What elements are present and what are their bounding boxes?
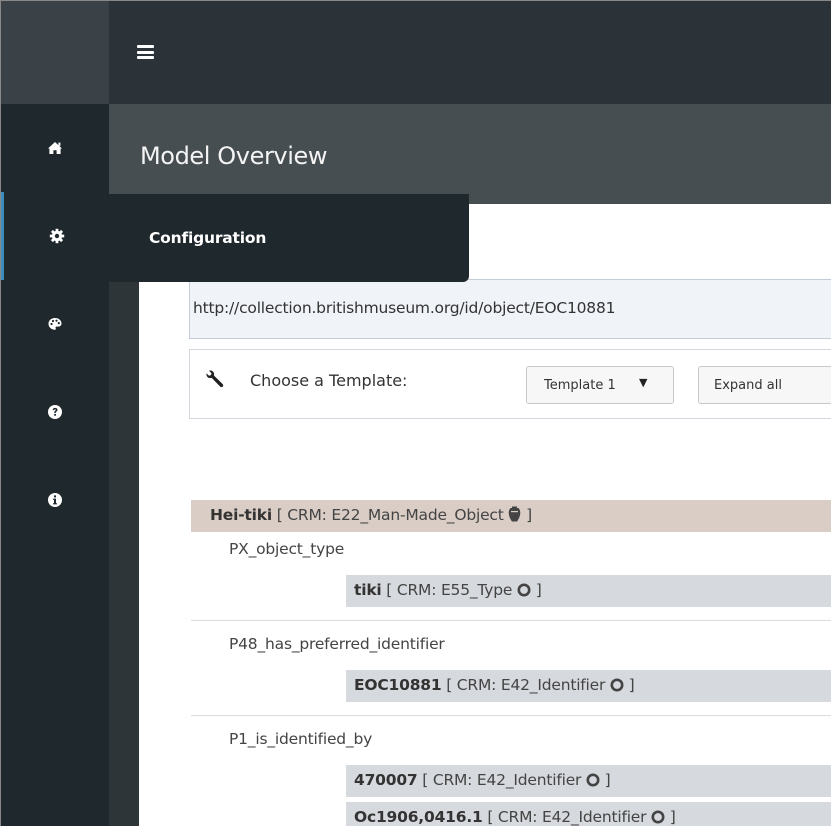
node-class: [ CRM: E42_Identifier: [441, 676, 610, 694]
property-label: P1_is_identified_by: [229, 730, 373, 748]
top-navbar: [109, 1, 831, 104]
gear-icon: [49, 228, 64, 244]
page-title: Model Overview: [140, 142, 328, 170]
node-label: Oc1906,0416.1: [354, 808, 483, 826]
node-class-close: ]: [665, 808, 676, 826]
hamburger-icon[interactable]: [137, 45, 154, 59]
uri-input-value: http://collection.britishmuseum.org/id/o…: [193, 299, 616, 317]
content-header: Model Overview: [109, 104, 831, 204]
node-class: [ CRM: E42_Identifier: [482, 808, 652, 826]
node-class-close: ]: [623, 676, 635, 694]
circle-outline-icon: [517, 583, 531, 597]
tree-node[interactable]: Oc1906,0416.1 [ CRM: E42_Identifier ]: [346, 802, 831, 826]
node-class-close: ]: [530, 581, 542, 599]
model-tree-panel: Hei-tiki [ CRM: E22_Man-Made_Object ] PX…: [139, 472, 831, 826]
divider: [191, 715, 831, 716]
node-label: tiki: [354, 581, 382, 599]
circle-outline-icon: [586, 773, 600, 787]
node-label: EOC10881: [354, 676, 442, 694]
divider: [191, 620, 831, 621]
sidebar-item-help[interactable]: [1, 368, 109, 456]
sidebar-item-configuration[interactable]: [1, 192, 109, 280]
expand-all-button[interactable]: Expand all: [698, 366, 831, 404]
sidebar-item-styles[interactable]: [1, 280, 109, 368]
expand-all-label: Expand all: [714, 378, 782, 393]
palette-icon: [48, 318, 62, 330]
property-label: PX_object_type: [229, 540, 345, 558]
template-toolbar: Choose a Template: Template 1 ▼ Expand a…: [189, 349, 831, 419]
choose-template-label: Choose a Template:: [250, 371, 408, 390]
logo-area: [1, 1, 109, 104]
node-class: [ CRM: E55_Type: [381, 581, 517, 599]
uri-input[interactable]: http://collection.britishmuseum.org/id/o…: [189, 279, 831, 339]
amphora-icon: [509, 506, 521, 522]
node-label: 470007: [354, 771, 418, 789]
root-class: [ CRM: E22_Man-Made_Object: [271, 506, 509, 524]
template-select-value: Template 1: [544, 378, 616, 393]
tree-node[interactable]: tiki [ CRM: E55_Type ]: [346, 575, 831, 607]
info-icon: [48, 493, 62, 507]
node-class: [ CRM: E42_Identifier: [417, 771, 586, 789]
sidebar-item-home[interactable]: [1, 104, 109, 192]
sidebar-item-about[interactable]: [1, 456, 109, 544]
wrench-icon: [206, 370, 224, 388]
circle-outline-icon: [651, 810, 665, 824]
node-class-close: ]: [599, 771, 611, 789]
sidebar-tooltip[interactable]: Configuration: [109, 194, 469, 282]
sidebar: [1, 104, 109, 826]
tree-root-node[interactable]: Hei-tiki [ CRM: E22_Man-Made_Object ]: [191, 500, 831, 532]
root-class-close: ]: [521, 506, 532, 524]
root-label: Hei-tiki: [210, 506, 272, 524]
tree-node[interactable]: EOC10881 [ CRM: E42_Identifier ]: [346, 670, 831, 702]
dropdown-arrow-icon: ▼: [639, 376, 648, 389]
circle-outline-icon: [610, 678, 624, 692]
property-label: P48_has_preferred_identifier: [229, 635, 445, 653]
sidebar-tooltip-label: Configuration: [149, 229, 267, 247]
template-select[interactable]: Template 1 ▼: [526, 366, 674, 404]
home-icon: [48, 142, 62, 154]
tree-node[interactable]: 470007 [ CRM: E42_Identifier ]: [346, 765, 831, 797]
question-icon: [48, 405, 62, 419]
